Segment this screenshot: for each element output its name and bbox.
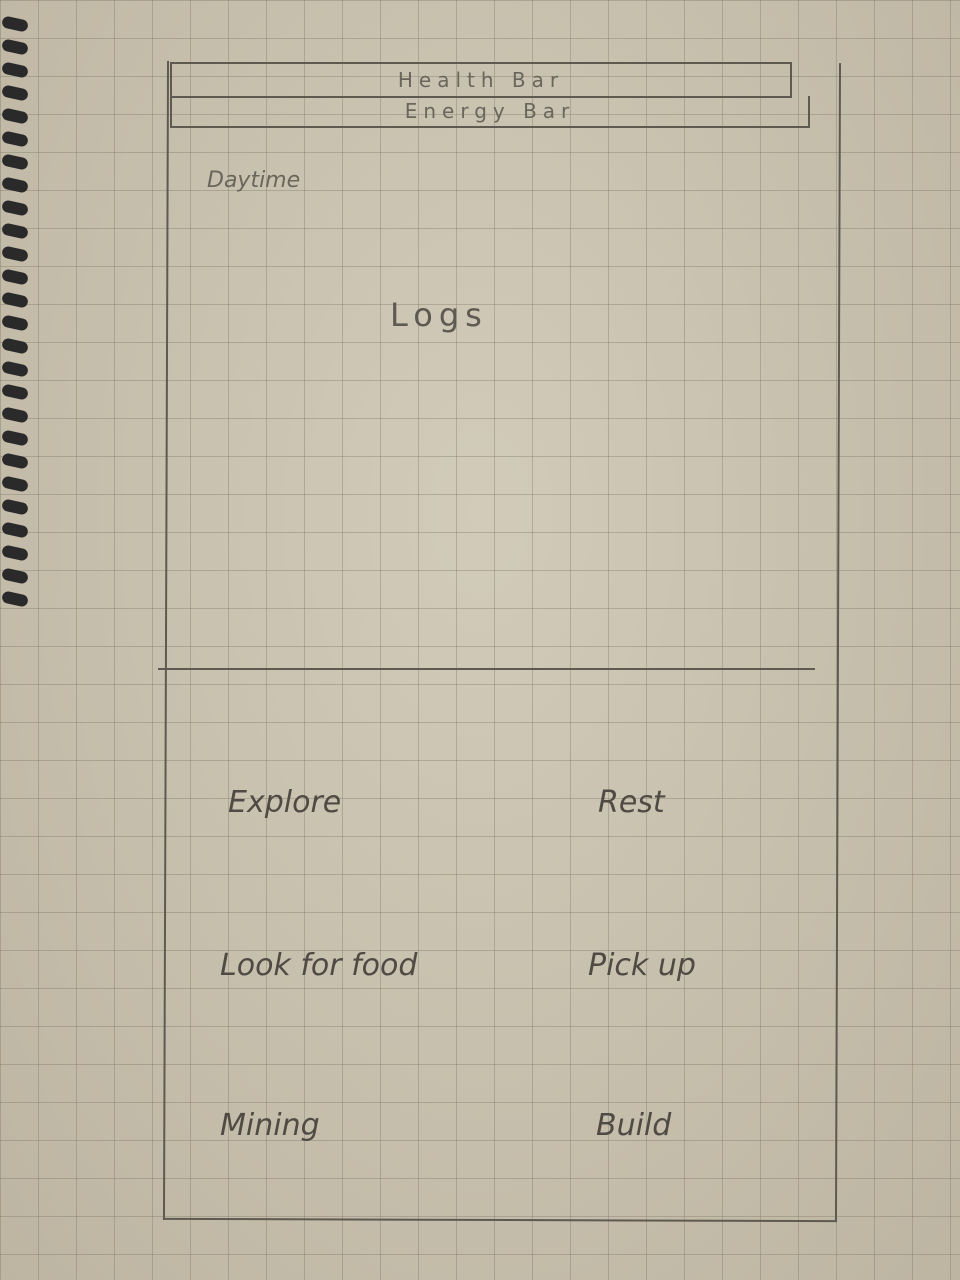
spiral-ring — [1, 268, 29, 286]
logs-panel-label: Logs — [390, 296, 488, 334]
spiral-ring — [1, 84, 29, 102]
spiral-ring — [1, 130, 29, 148]
time-of-day: Daytime — [207, 168, 301, 193]
spiral-ring — [1, 429, 29, 447]
spiral-ring — [1, 153, 29, 171]
spiral-ring — [1, 61, 29, 79]
spiral-ring — [1, 544, 29, 562]
spiral-ring — [1, 38, 29, 56]
spiral-ring — [1, 245, 29, 263]
spiral-ring — [1, 452, 29, 470]
pick-up-button[interactable]: Pick up — [588, 948, 696, 983]
health-bar-label: Health Bar — [397, 68, 565, 92]
spiral-ring — [1, 199, 29, 217]
app-frame — [162, 60, 842, 1223]
mining-button[interactable]: Mining — [220, 1108, 320, 1143]
spiral-ring — [1, 360, 29, 378]
spiral-ring — [1, 107, 29, 125]
spiral-ring — [1, 590, 29, 608]
spiral-ring — [1, 291, 29, 309]
spiral-ring — [1, 475, 29, 493]
spiral-ring — [1, 521, 29, 539]
notebook-spiral — [0, 0, 40, 620]
spiral-ring — [1, 383, 29, 401]
spiral-ring — [1, 222, 29, 240]
energy-bar: Energy Bar — [170, 96, 810, 128]
rest-button[interactable]: Rest — [598, 785, 665, 820]
explore-button[interactable]: Explore — [228, 785, 341, 820]
spiral-ring — [1, 406, 29, 424]
energy-bar-label: Energy Bar — [404, 99, 576, 123]
divider — [158, 668, 815, 670]
spiral-ring — [1, 337, 29, 355]
build-button[interactable]: Build — [596, 1108, 671, 1143]
spiral-ring — [1, 498, 29, 516]
spiral-ring — [1, 15, 29, 33]
spiral-ring — [1, 176, 29, 194]
spiral-ring — [1, 314, 29, 332]
spiral-ring — [1, 567, 29, 585]
health-bar: Health Bar — [170, 62, 792, 98]
look-for-food-button[interactable]: Look for food — [220, 948, 417, 983]
